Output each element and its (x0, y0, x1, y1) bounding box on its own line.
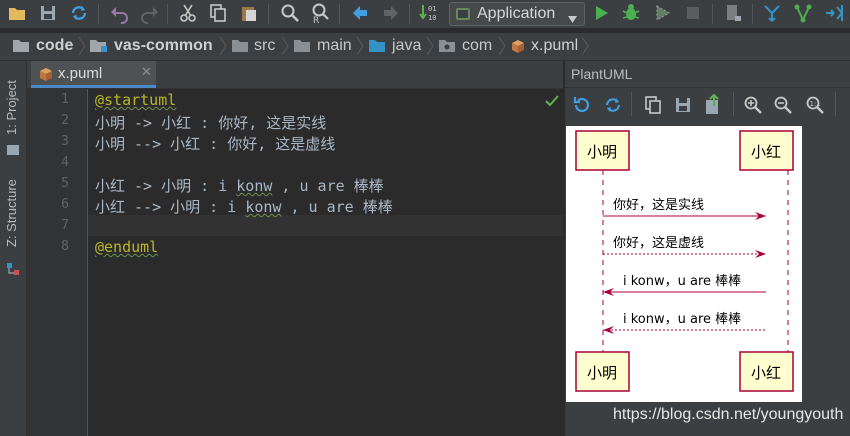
line-number: 1 (61, 92, 69, 107)
toolbar-separator (733, 92, 734, 116)
svg-text:10: 10 (428, 14, 436, 22)
find-icon[interactable] (279, 2, 301, 24)
checkmark-icon (545, 92, 559, 111)
breadcrumb-item-src[interactable]: src (254, 37, 275, 55)
watermark-text: https://blog.csdn.net/youngyouth (613, 406, 844, 423)
line-number: 7 (61, 218, 69, 233)
forward-icon[interactable] (380, 2, 402, 24)
paste-icon[interactable] (238, 2, 260, 24)
line-number: 5 (61, 176, 69, 191)
redo-icon[interactable] (139, 2, 161, 24)
code-line-5: 小红 -> 小明 : i konw , u are 棒棒 (95, 177, 384, 195)
code-line-1: @startuml (95, 91, 176, 109)
source-folder-icon (368, 38, 386, 57)
line-number: 4 (61, 155, 69, 170)
code-line-6: 小红 --> 小明 : i konw , u are 棒棒 (95, 198, 393, 216)
participant-label-xiaohong: 小红 (751, 143, 781, 161)
application-icon (455, 6, 472, 22)
enduml-keyword: @enduml (95, 238, 159, 256)
code-editor[interactable]: @startuml 小明 -> 小红 : 你好, 这是实线 小明 --> 小红 … (88, 89, 563, 436)
breadcrumb: code vas-common src main java com x.puml (0, 33, 850, 61)
breadcrumb-item-main[interactable]: main (317, 37, 352, 55)
code-line-2: 小明 -> 小红 : 你好, 这是实线 (95, 114, 327, 132)
code-line-8: @enduml (95, 238, 158, 256)
participant-label-xiaoming: 小明 (587, 143, 617, 161)
stop-icon[interactable] (682, 2, 704, 24)
run-icon[interactable] (590, 2, 612, 24)
actual-size-icon[interactable]: 1:1 (805, 95, 825, 119)
update-icon[interactable] (823, 2, 845, 24)
breadcrumb-item-com[interactable]: com (462, 37, 492, 55)
message-label: 你好，这是实线 (613, 197, 704, 213)
breadcrumb-item-vas-common[interactable]: vas-common (114, 37, 213, 55)
message-label: 你好，这是虚线 (613, 235, 704, 251)
project-tool-tab[interactable]: 1: Project (4, 80, 19, 135)
editor-tab-label: x.puml (58, 65, 103, 82)
line-number: 2 (61, 113, 69, 128)
puml-file-icon (38, 66, 55, 87)
debug-icon[interactable] (620, 2, 642, 24)
device-icon[interactable] (722, 2, 744, 24)
save-icon[interactable] (37, 2, 59, 24)
sequence-diagram: 你好，这是实线 你好，这是虚线 i konw，u are 棒棒 i konw，u ar… (566, 126, 802, 402)
line-number: 3 (61, 134, 69, 149)
message-label: i konw，u are 棒棒 (623, 312, 741, 327)
breadcrumb-item-x-puml[interactable]: x.puml (531, 37, 578, 55)
plantuml-toolbar: 1:1 (565, 88, 850, 122)
svg-text:01: 01 (428, 5, 436, 13)
module-folder-icon (89, 38, 109, 57)
svg-text:1:1: 1:1 (810, 100, 821, 108)
folder-icon (231, 38, 249, 57)
branch-icon[interactable] (792, 2, 814, 24)
editor-tab-x-puml[interactable]: x.puml ✕ (31, 61, 156, 88)
build-icon[interactable]: 01 10 (418, 2, 440, 24)
zoom-out-icon[interactable] (773, 95, 793, 119)
participant-label-xiaohong: 小红 (751, 364, 781, 382)
back-icon[interactable] (349, 2, 371, 24)
run-configuration-label: Application (477, 5, 556, 22)
coverage-icon[interactable] (651, 2, 673, 24)
package-icon (438, 38, 456, 57)
chevron-down-icon (567, 9, 578, 28)
folder-icon (293, 38, 311, 57)
left-tool-strip: 1: Project Z: Structure (0, 61, 27, 436)
undo-icon[interactable] (108, 2, 130, 24)
copy-icon[interactable] (207, 2, 229, 24)
plantuml-panel-header: PlantUML (565, 61, 850, 88)
copy-icon[interactable] (643, 95, 663, 119)
breadcrumb-item-code[interactable]: code (36, 37, 73, 55)
code-line-3: 小明 --> 小红 : 你好, 这是虚线 (95, 135, 336, 153)
sync-icon[interactable] (68, 2, 90, 24)
vcs-icon[interactable] (761, 2, 783, 24)
folder-icon (12, 38, 30, 57)
editor-tab-strip: x.puml ✕ (27, 61, 563, 89)
run-configuration-select[interactable]: Application (449, 2, 585, 26)
breadcrumb-item-java[interactable]: java (392, 37, 421, 55)
line-number: 6 (61, 197, 69, 212)
structure-icon (6, 261, 20, 280)
refresh-icon[interactable] (572, 95, 592, 119)
project-icon (6, 141, 20, 160)
main-toolbar: R 01 10 Application (0, 0, 850, 29)
editor-gutter: 1 2 3 4 5 6 7 8 (27, 89, 88, 436)
open-icon[interactable] (6, 2, 28, 24)
cut-icon[interactable] (177, 2, 199, 24)
startuml-keyword: @startuml (95, 91, 177, 109)
message-label: i konw，u are 棒棒 (623, 274, 741, 289)
current-line-highlight (88, 215, 563, 236)
svg-text:R: R (313, 16, 319, 24)
line-number: 8 (61, 239, 69, 254)
toolbar-separator (835, 92, 836, 116)
plantuml-panel-title: PlantUML (571, 66, 633, 82)
structure-tool-tab[interactable]: Z: Structure (4, 179, 19, 247)
zoom-in-icon[interactable] (743, 95, 763, 119)
export-icon[interactable] (703, 93, 723, 120)
puml-file-icon (510, 38, 527, 59)
close-icon[interactable]: ✕ (141, 65, 152, 80)
save-icon[interactable] (673, 95, 693, 119)
reload-icon[interactable] (603, 95, 623, 119)
toolbar-separator (631, 92, 632, 116)
replace-icon[interactable]: R (309, 2, 331, 26)
participant-label-xiaoming: 小明 (587, 364, 617, 382)
